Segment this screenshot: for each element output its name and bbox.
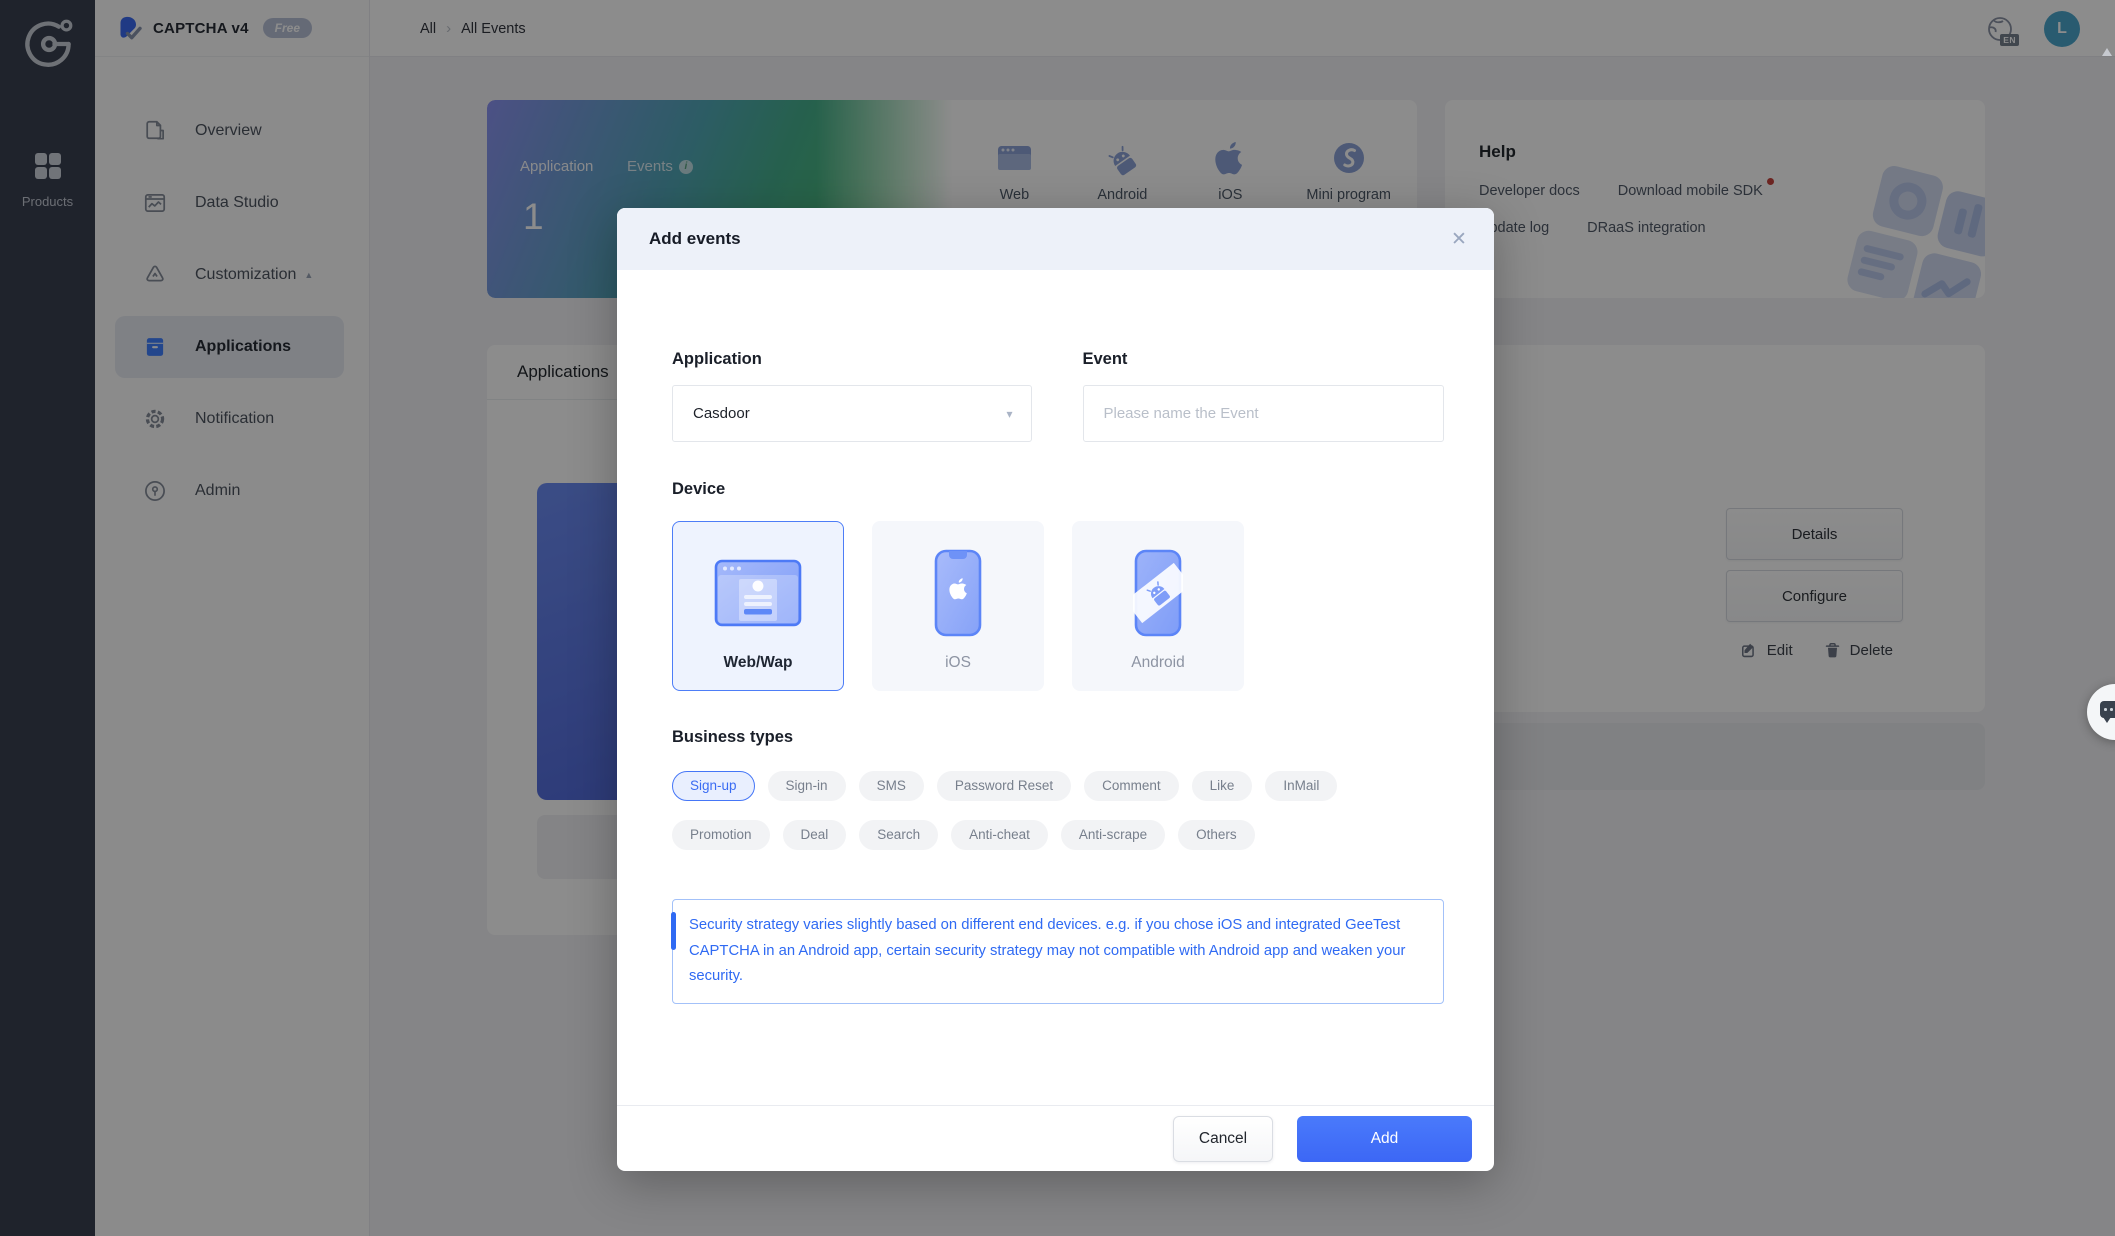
chip-search[interactable]: Search bbox=[859, 820, 939, 850]
modal-title: Add events bbox=[649, 229, 741, 248]
chip-sms[interactable]: SMS bbox=[858, 771, 924, 801]
chip-others[interactable]: Others bbox=[1178, 820, 1255, 850]
modal-footer: Cancel Add bbox=[617, 1105, 1494, 1171]
notice-accent-bar bbox=[671, 912, 676, 950]
close-icon[interactable]: ✕ bbox=[1424, 208, 1494, 270]
chip-inmail[interactable]: InMail bbox=[1265, 771, 1338, 801]
chip-comment[interactable]: Comment bbox=[1084, 771, 1179, 801]
event-name-input[interactable] bbox=[1082, 385, 1444, 442]
event-field-label: Event bbox=[1082, 350, 1128, 368]
device-option-ios[interactable]: iOS bbox=[872, 521, 1044, 691]
modal-header: Add events bbox=[617, 208, 1494, 270]
business-types-label: Business types bbox=[672, 728, 794, 746]
device-option-label: iOS bbox=[945, 654, 971, 671]
chip-anti-cheat[interactable]: Anti-cheat bbox=[951, 820, 1048, 850]
device-option-web-wap[interactable]: Web/Wap bbox=[672, 521, 844, 691]
scrollbar-up-arrow[interactable] bbox=[2102, 48, 2112, 56]
chip-sign-up[interactable]: Sign-up bbox=[672, 771, 755, 801]
security-notice: Security strategy varies slightly based … bbox=[671, 899, 1444, 1004]
device-option-label: Android bbox=[1131, 654, 1185, 671]
application-field-label: Application bbox=[672, 350, 762, 368]
notice-text: Security strategy varies slightly based … bbox=[689, 917, 1406, 984]
chat-bubble-icon bbox=[2100, 701, 2115, 723]
device-section-label: Device bbox=[672, 480, 726, 498]
device-option-label: Web/Wap bbox=[723, 654, 793, 671]
business-type-chips: Sign-up Sign-in SMS Password Reset Comme… bbox=[672, 771, 1372, 850]
browser-window-icon bbox=[673, 546, 843, 640]
cancel-button[interactable]: Cancel bbox=[1173, 1115, 1273, 1162]
chip-password-reset[interactable]: Password Reset bbox=[936, 771, 1072, 801]
chip-promotion[interactable]: Promotion bbox=[672, 820, 770, 850]
device-option-android[interactable]: Android bbox=[1072, 521, 1244, 691]
application-select-value: Casdoor bbox=[693, 405, 750, 422]
chip-anti-scrape[interactable]: Anti-scrape bbox=[1060, 820, 1166, 850]
application-select[interactable]: Casdoor ▾ bbox=[672, 385, 1032, 442]
add-events-modal: Add events ✕ Application Casdoor ▾ Event… bbox=[617, 208, 1494, 1171]
add-button[interactable]: Add bbox=[1297, 1115, 1472, 1162]
chip-deal[interactable]: Deal bbox=[782, 820, 847, 850]
app-root: Products CAPTCHA v4 Free Overview Data S… bbox=[0, 0, 2115, 1236]
iphone-icon bbox=[873, 546, 1043, 640]
chevron-down-icon: ▾ bbox=[1006, 406, 1013, 421]
device-options: Web/Wap iOS Android bbox=[672, 521, 1444, 691]
android-phone-icon bbox=[1073, 546, 1243, 640]
chip-like[interactable]: Like bbox=[1191, 771, 1253, 801]
modal-body: Application Casdoor ▾ Event Device bbox=[617, 350, 1494, 1004]
chip-sign-in[interactable]: Sign-in bbox=[767, 771, 846, 801]
